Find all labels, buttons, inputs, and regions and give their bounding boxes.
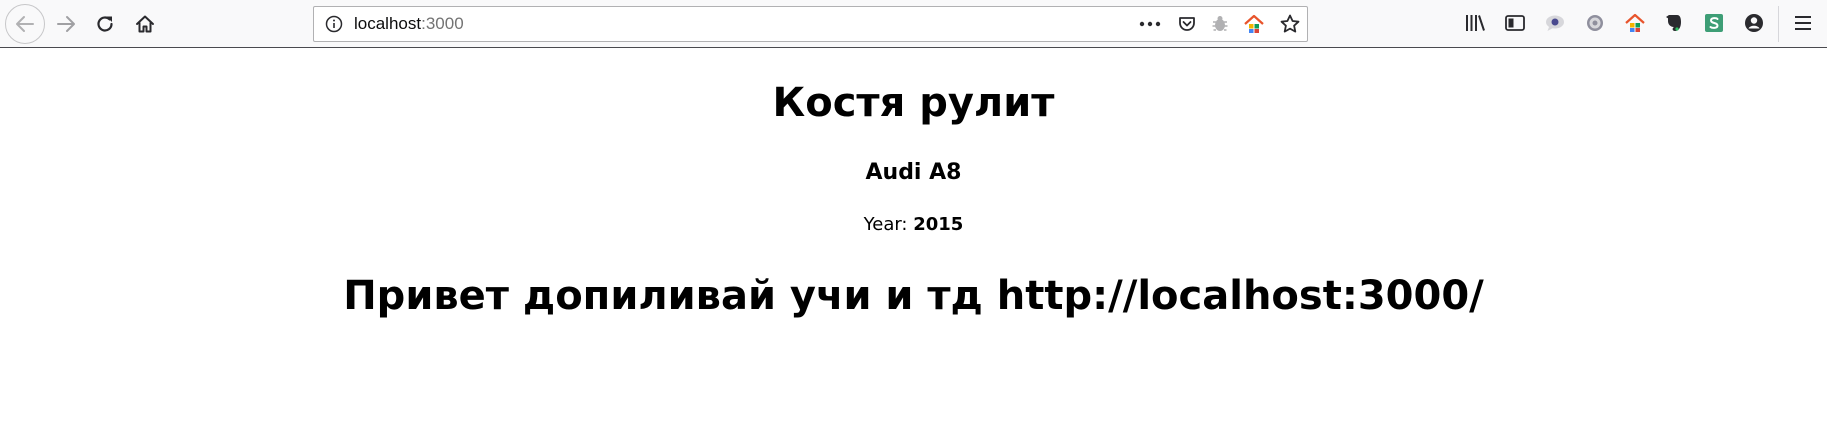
car-name: Audi A8 (865, 160, 962, 185)
house-extension-button-2[interactable] (1622, 10, 1648, 36)
star-icon (1280, 14, 1300, 33)
home-icon (136, 15, 154, 33)
page-title: Костя рулит (772, 80, 1055, 126)
reload-icon (97, 16, 113, 32)
speech-bubble-icon (1546, 15, 1564, 31)
page-actions-button[interactable] (1138, 12, 1162, 36)
url-port: :3000 (421, 14, 464, 33)
page-content: Костя рулит Audi A8 Year: 2015 Привет до… (0, 49, 1827, 426)
url-text[interactable]: localhost:3000 (354, 7, 464, 41)
evernote-icon (1666, 15, 1681, 31)
account-button[interactable] (1741, 10, 1767, 36)
chat-extension-button[interactable] (1542, 10, 1568, 36)
year-label: Year: (863, 214, 914, 235)
year-value: 2015 (913, 214, 964, 235)
bug-extension-button[interactable] (1208, 12, 1232, 36)
settings-extension-button[interactable] (1582, 10, 1608, 36)
s-extension-icon (1705, 14, 1723, 32)
year-line: Year: 2015 (0, 213, 1827, 237)
gear-icon (1587, 15, 1603, 31)
reload-button[interactable] (85, 4, 125, 44)
toolbar-divider (1778, 6, 1779, 42)
evernote-extension-button[interactable] (1661, 10, 1687, 36)
home-button[interactable] (125, 4, 165, 44)
forward-arrow-icon (57, 16, 75, 32)
url-host: localhost (354, 14, 422, 33)
bug-icon (1212, 16, 1228, 31)
bookmark-star-button[interactable] (1278, 12, 1302, 36)
colorful-house-icon (1625, 13, 1645, 32)
greeting-heading: Привет допиливай учи и тд http://localho… (343, 273, 1484, 319)
back-arrow-icon (16, 16, 34, 32)
url-bar[interactable]: localhost:3000 (313, 6, 1308, 42)
main-menu-button[interactable] (1790, 10, 1816, 36)
house-extension-button[interactable] (1242, 12, 1266, 36)
library-icon (1466, 15, 1485, 31)
colorful-house-icon (1244, 14, 1264, 33)
forward-button[interactable] (46, 4, 86, 44)
browser-toolbar: localhost:3000 (0, 0, 1827, 48)
account-icon (1745, 14, 1763, 32)
sidebar-icon (1505, 15, 1525, 31)
pocket-icon (1179, 17, 1195, 31)
library-button[interactable] (1462, 10, 1488, 36)
back-button[interactable] (5, 4, 45, 44)
pocket-button[interactable] (1175, 12, 1199, 36)
sidebar-button[interactable] (1502, 10, 1528, 36)
more-dots-icon (1139, 21, 1161, 27)
s-extension-button[interactable] (1701, 10, 1727, 36)
hamburger-menu-icon (1795, 16, 1811, 30)
info-icon[interactable] (324, 14, 344, 34)
